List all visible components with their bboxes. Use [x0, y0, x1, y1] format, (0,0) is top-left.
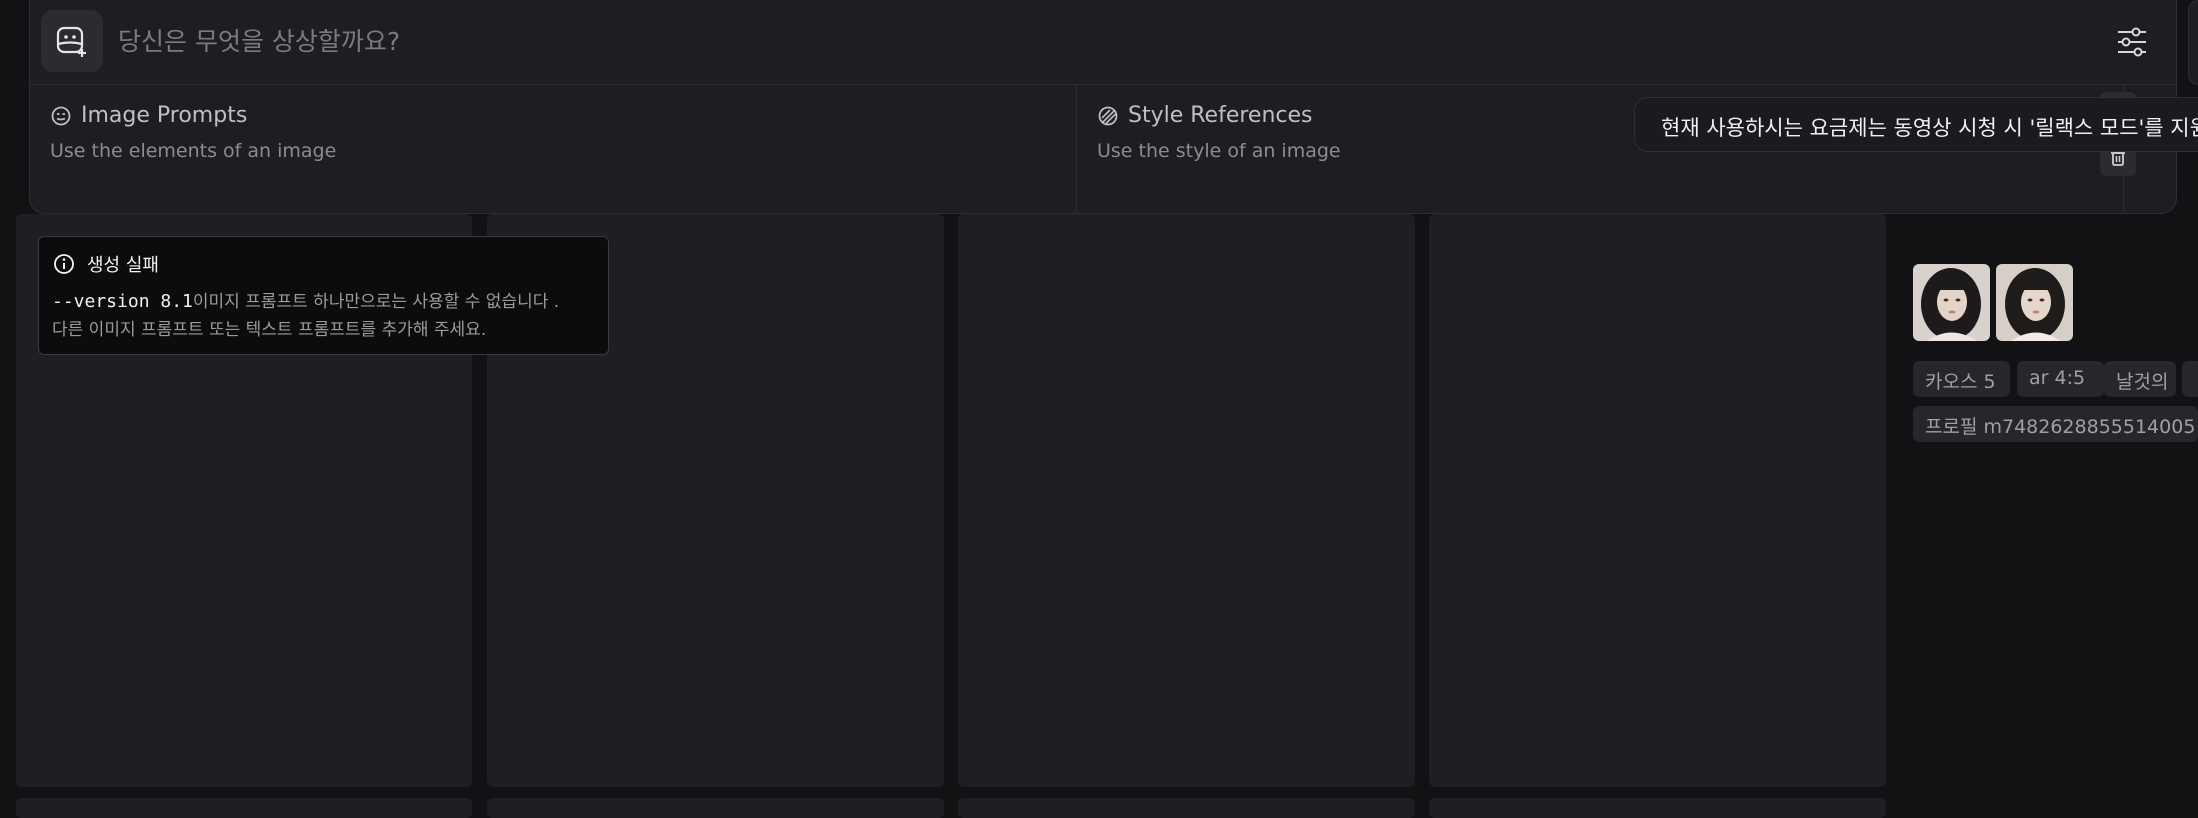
tag-aspect-ratio[interactable]: ar 4:5 [2017, 361, 2104, 397]
image-card-4[interactable] [1429, 214, 1886, 787]
image-card-7[interactable] [958, 798, 1415, 818]
image-prompts-dropzone[interactable]: Image Prompts Use the elements of an ima… [30, 85, 1077, 214]
image-prompts-title: Image Prompts [81, 103, 248, 128]
portrait-image [1913, 264, 1990, 341]
info-icon [54, 254, 74, 274]
style-references-description: Use the style of an image [1097, 140, 1341, 162]
side-panel-edge[interactable] [2188, 0, 2198, 85]
tag-overflow[interactable] [2182, 361, 2198, 397]
reference-thumbnail-1[interactable] [1913, 264, 1990, 341]
image-card-6[interactable] [487, 798, 944, 818]
error-message-line-2: 다른 이미지 프롬프트 또는 텍스트 프롬프트를 추가해 주세요. [52, 320, 487, 340]
image-prompts-header: Image Prompts [50, 103, 247, 128]
smile-circle-icon [51, 106, 71, 125]
sliders-icon [2118, 27, 2146, 57]
settings-button[interactable] [2112, 22, 2152, 62]
portrait-image [1996, 264, 2073, 341]
style-references-title: Style References [1128, 103, 1313, 128]
tag-raw[interactable]: 날것의 [2104, 361, 2176, 397]
image-card-8[interactable] [1429, 798, 1886, 818]
generation-error-card: 생성 실패 --version 8.1이미지 프롬프트 하나만으로는 사용할 수… [38, 236, 609, 355]
tag-profile[interactable]: 프로필 m7482628855514005 [1913, 406, 2198, 442]
error-message-part-1: 이미지 프롬프트 하나만으로는 사용할 수 없습니다 . [192, 292, 560, 312]
image-card-5[interactable] [16, 798, 472, 818]
hatched-circle-icon [1098, 106, 1118, 125]
image-prompts-description: Use the elements of an image [50, 140, 337, 162]
reference-thumbnail-2[interactable] [1996, 264, 2073, 341]
prompt-bar [30, 0, 2176, 85]
tag-chaos[interactable]: 카오스 5 [1913, 361, 2010, 397]
image-add-icon [56, 26, 86, 57]
image-card-3[interactable] [958, 214, 1415, 787]
error-version-code: --version 8.1 [52, 291, 193, 312]
add-image-button[interactable] [41, 10, 103, 72]
style-references-header: Style References [1097, 103, 1313, 128]
prompt-input[interactable] [116, 18, 2016, 64]
error-title: 생성 실패 [87, 255, 159, 276]
error-header: 생성 실패 [53, 251, 159, 277]
plan-tooltip: 현재 사용하시는 요금제는 동영상 시청 시 '릴랙스 모드'를 지원 [1634, 97, 2198, 152]
error-message-line-1: --version 8.1이미지 프롬프트 하나만으로는 사용할 수 없습니다 … [52, 287, 559, 312]
